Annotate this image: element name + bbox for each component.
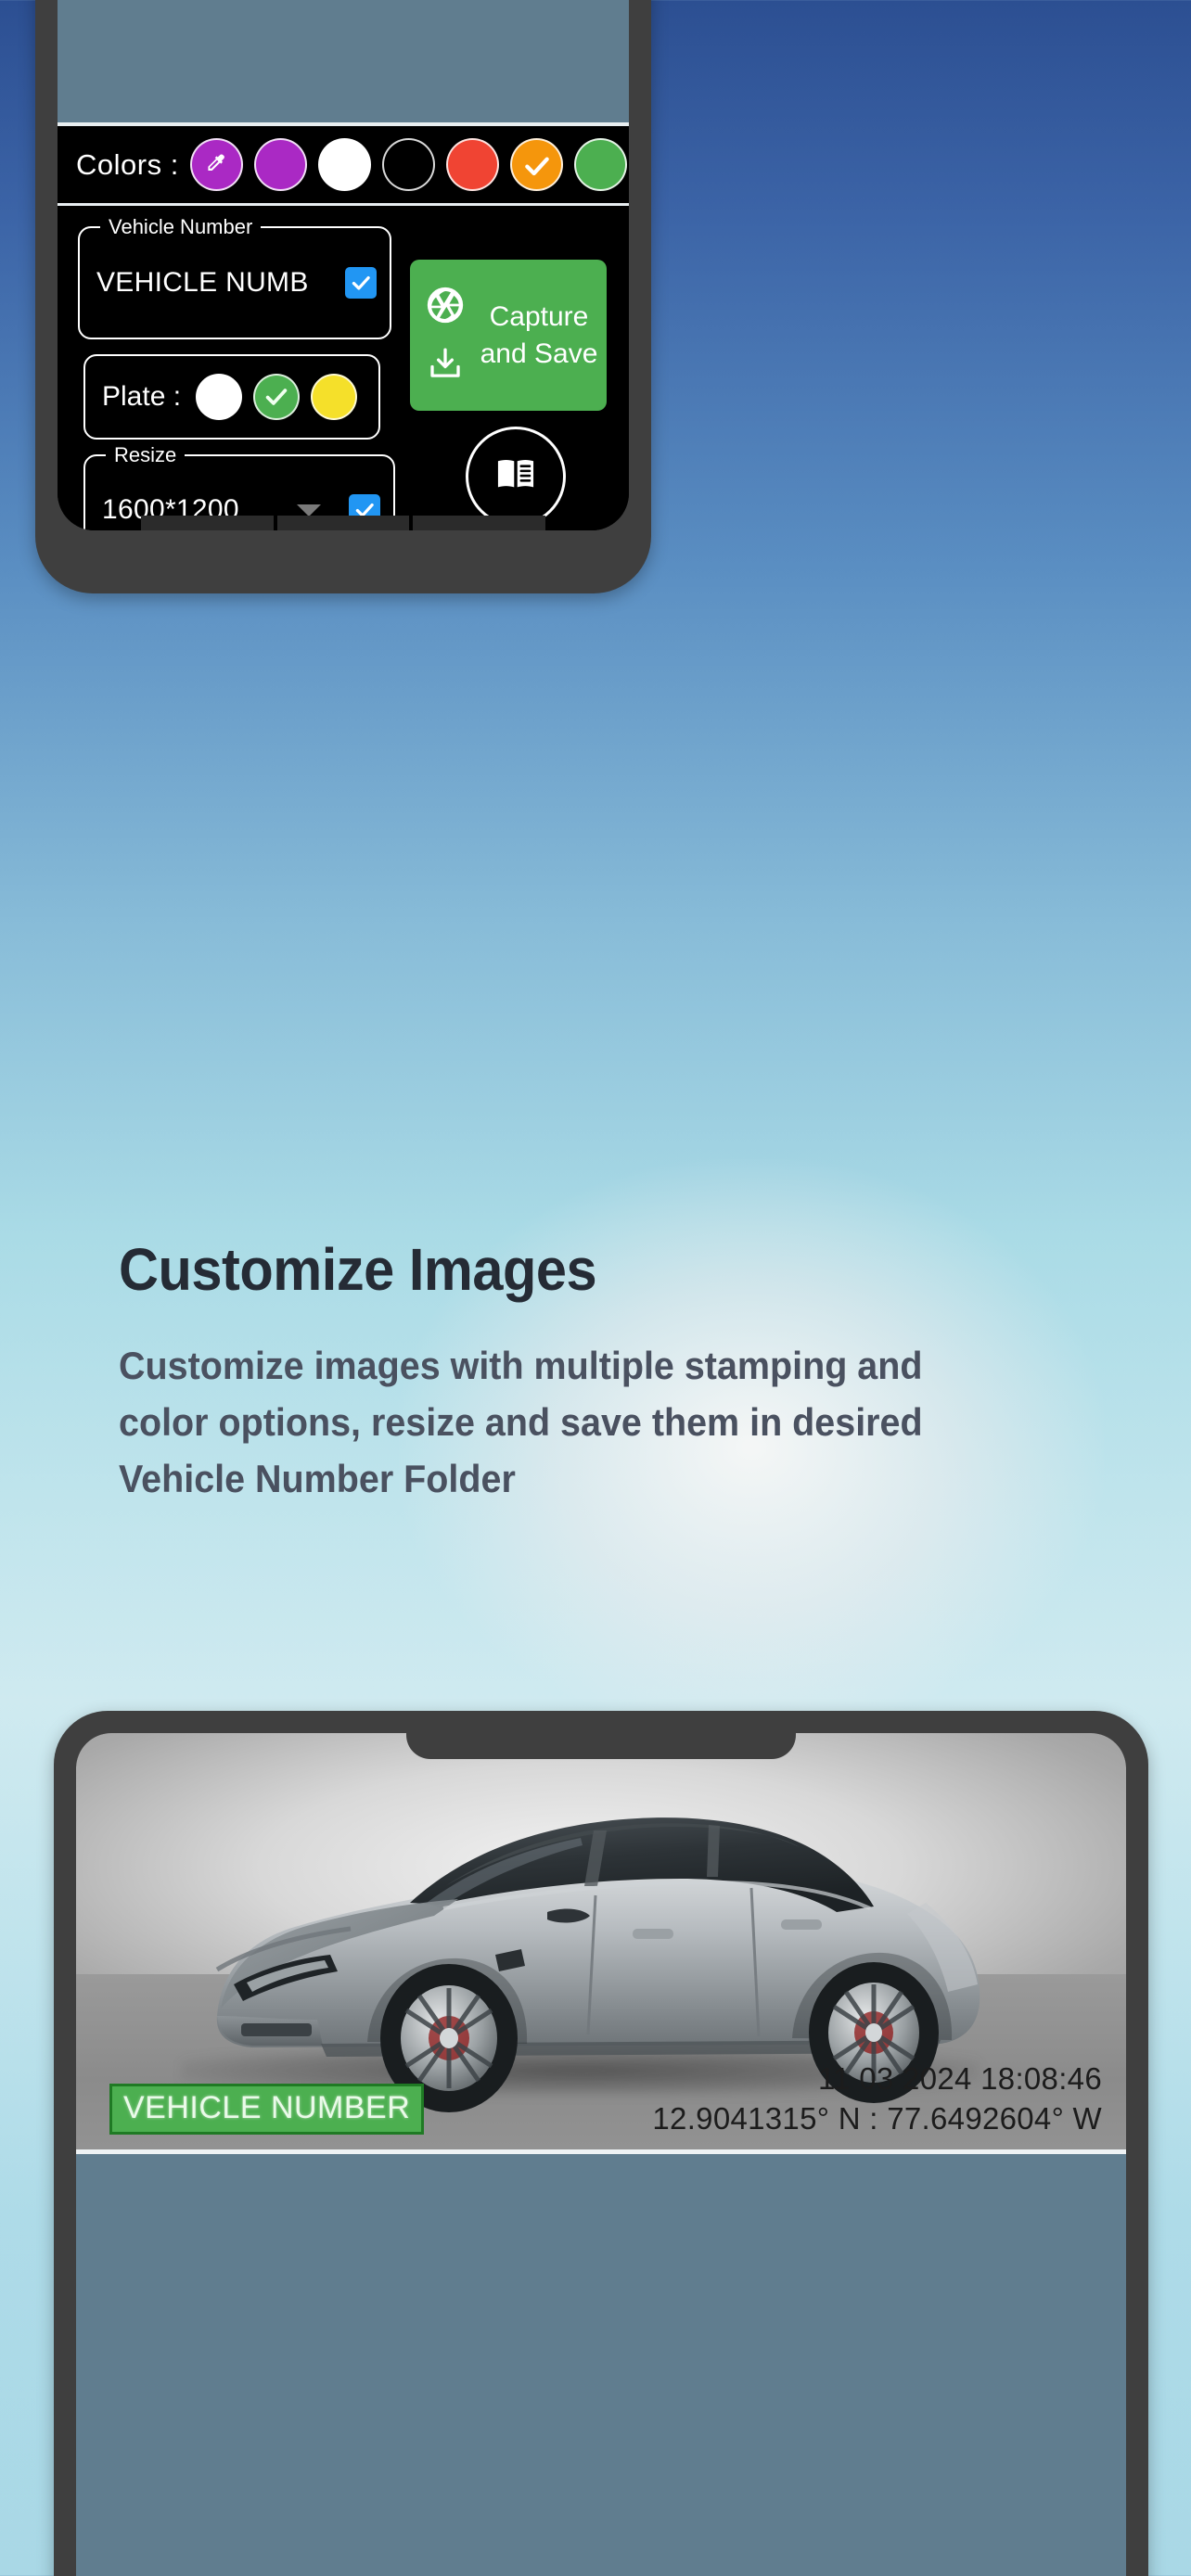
vehicle-number-checkbox[interactable] [345, 267, 377, 299]
colors-row: Colors : [58, 126, 629, 206]
page-title: Customize Images [119, 1236, 597, 1303]
eyedropper-icon [202, 151, 230, 179]
capture-button-label: Capture and Save [480, 300, 598, 369]
nav-recents-button[interactable] [413, 516, 546, 530]
photo-metadata-stamp: 11 03 2024 18:08:46 12.9041315° N : 77.6… [652, 2059, 1102, 2138]
nav-back-button[interactable] [141, 516, 274, 530]
vehicle-number-value: VEHICLE NUMB [96, 267, 309, 298]
phone-notch [406, 1711, 796, 1759]
color-swatch-list [189, 138, 629, 191]
color-swatch-black[interactable] [381, 138, 435, 191]
color-swatch-green[interactable] [573, 138, 627, 191]
vehicle-number-field[interactable]: Vehicle Number VEHICLE NUMB [78, 214, 391, 339]
top-phone-mockup: Colors : Vehicle Number VEHICLE NUMB Pla… [35, 0, 651, 593]
color-swatch-color-picker[interactable] [189, 138, 243, 191]
bottom-preview-area [76, 2154, 1126, 2576]
check-icon [522, 151, 550, 179]
vehicle-number-legend: Vehicle Number [100, 214, 262, 240]
color-swatch-purple[interactable] [253, 138, 307, 191]
capture-button-icons [416, 284, 475, 388]
camera-preview-area [58, 0, 629, 126]
controls-panel: Vehicle Number VEHICLE NUMB Plate : Resi… [58, 206, 629, 530]
plate-option-white[interactable] [196, 374, 243, 420]
color-swatch-white[interactable] [317, 138, 371, 191]
plate-label: Plate : [102, 381, 182, 412]
android-navigation-bar [58, 516, 629, 530]
plate-option-green[interactable] [253, 374, 301, 420]
resize-legend: Resize [106, 442, 186, 468]
plate-option-yellow[interactable] [311, 374, 358, 420]
color-swatch-orange[interactable] [509, 138, 563, 191]
page-description: Customize images with multiple stamping … [119, 1344, 923, 1500]
open-book-icon [492, 451, 540, 504]
stamp-datetime: 11 03 2024 18:08:46 [817, 2061, 1102, 2096]
captured-photo: VEHICLE NUMBER 11 03 2024 18:08:46 12.90… [76, 1733, 1126, 2154]
gallery-book-button[interactable] [466, 427, 566, 527]
vehicle-number-stamp: VEHICLE NUMBER [109, 2084, 425, 2135]
bottom-phone-mockup: VEHICLE NUMBER 11 03 2024 18:08:46 12.90… [54, 1711, 1148, 2576]
plate-option-list [196, 374, 358, 420]
aperture-icon [424, 284, 467, 331]
top-phone-screen: Colors : Vehicle Number VEHICLE NUMB Pla… [58, 0, 629, 530]
plate-color-field[interactable]: Plate : [83, 354, 380, 440]
bottom-phone-screen: VEHICLE NUMBER 11 03 2024 18:08:46 12.90… [76, 1733, 1126, 2576]
color-swatch-red[interactable] [445, 138, 499, 191]
download-icon [426, 344, 465, 388]
nav-home-button[interactable] [276, 516, 410, 530]
capture-and-save-button[interactable]: Capture and Save [410, 260, 607, 411]
stamp-coordinates: 12.9041315° N : 77.6492604° W [652, 2101, 1102, 2136]
colors-label: Colors : [76, 147, 179, 181]
chevron-down-icon[interactable] [297, 504, 321, 516]
